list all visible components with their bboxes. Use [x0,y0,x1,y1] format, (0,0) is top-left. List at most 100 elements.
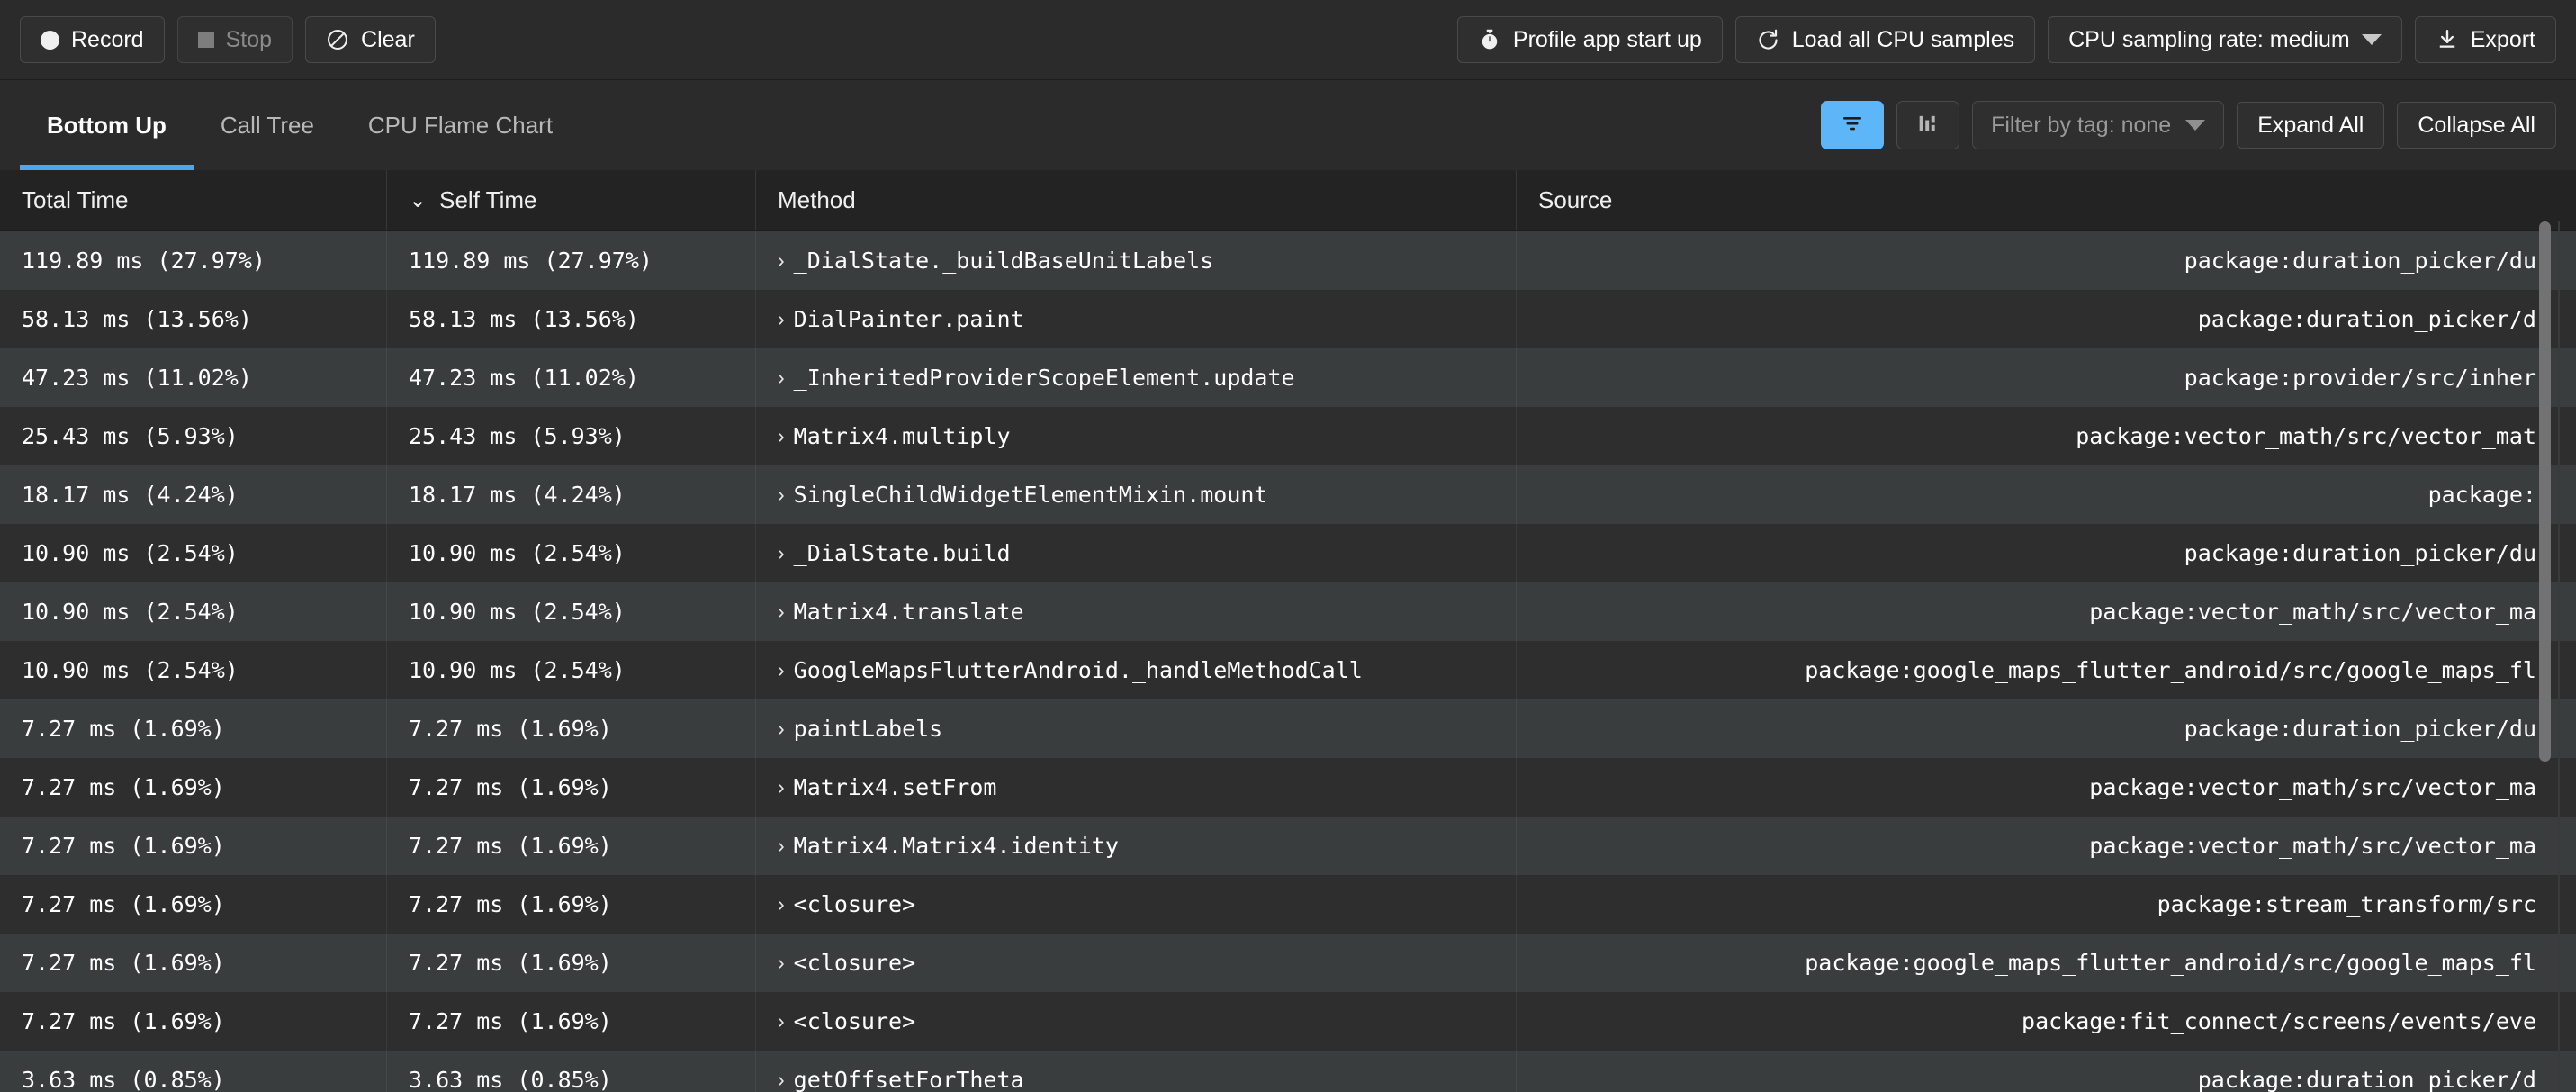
export-button[interactable]: Export [2414,16,2556,63]
table-row[interactable]: 7.27 ms (1.69%) 7.27 ms (1.69%) › <closure>… [0,934,2576,992]
collapse-all-button[interactable]: Collapse All [2397,102,2556,149]
cell-method: › Matrix4.Matrix4.identity [756,817,1517,875]
record-circle-icon [41,30,59,50]
cell-total-time: 10.90 ms (2.54%) [0,582,387,641]
filter-by-tag-dropdown[interactable]: Filter by tag: none [1972,101,2225,149]
toolbar-left-group: Record Stop Clear [20,16,436,63]
tab-bottom-up-label: Bottom Up [47,111,167,139]
tab-cpu-flame-chart[interactable]: CPU Flame Chart [341,80,580,170]
table-row[interactable]: 119.89 ms (27.97%) 119.89 ms (27.97%) › _Di… [0,231,2576,290]
column-header-self-time[interactable]: ⌄ Self Time [387,170,756,230]
cell-method: › getOffsetForTheta [756,1051,1517,1092]
chevron-right-icon[interactable]: › [778,366,785,390]
cell-source: package:duration_picker/d [2197,306,2536,332]
chevron-right-icon[interactable]: › [778,600,785,624]
cell-self-time: 7.27 ms (1.69%) [387,699,756,758]
clear-button[interactable]: Clear [305,16,436,63]
chevron-right-icon[interactable]: › [778,658,785,682]
table-row[interactable]: 10.90 ms (2.54%) 10.90 ms (2.54%) › Matrix4… [0,582,2576,641]
cpu-sampling-rate-label: CPU sampling rate: medium [2068,26,2350,52]
chart-toggle-button[interactable] [1896,101,1960,149]
collapse-all-label: Collapse All [2418,112,2535,138]
cell-method: › _InheritedProviderScopeElement.update [756,348,1517,407]
cell-self-time: 10.90 ms (2.54%) [387,582,756,641]
load-all-cpu-samples-button[interactable]: Load all CPU samples [1734,16,2036,63]
table-row[interactable]: 7.27 ms (1.69%) 7.27 ms (1.69%) › Matrix4.M… [0,817,2576,875]
cell-method-label: _InheritedProviderScopeElement.update [793,365,1295,391]
cell-source: package:fit_connect/screens/events/eve [2022,1008,2536,1034]
cell-self-time: 7.27 ms (1.69%) [387,992,756,1051]
cell-total-time: 7.27 ms (1.69%) [0,934,387,992]
cell-self-time: 7.27 ms (1.69%) [387,758,756,817]
cell-source: package:duration_picker/d [2197,1067,2536,1092]
table-row[interactable]: 25.43 ms (5.93%) 25.43 ms (5.93%) › Matrix4… [0,407,2576,465]
table-row[interactable]: 58.13 ms (13.56%) 58.13 ms (13.56%) › DialP… [0,290,2576,348]
cell-method-label: Matrix4.Matrix4.identity [793,833,1119,859]
expand-all-label: Expand All [2257,112,2364,138]
chevron-right-icon[interactable]: › [778,1009,785,1033]
cell-total-time: 7.27 ms (1.69%) [0,875,387,934]
cell-self-time: 25.43 ms (5.93%) [387,407,756,465]
table-row[interactable]: 47.23 ms (11.02%) 47.23 ms (11.02%) › _Inhe… [0,348,2576,407]
toolbar-right-group: Profile app start up Load all CPU sample… [1456,16,2556,63]
column-header-method[interactable]: Method [756,170,1517,230]
chevron-right-icon[interactable]: › [778,424,785,448]
table-scrollbar-thumb[interactable] [2539,221,2551,762]
record-button[interactable]: Record [20,16,165,63]
cell-method-label: _DialState.build [793,540,1011,566]
tab-cpu-flame-chart-label: CPU Flame Chart [367,111,554,139]
cell-method: › <closure> [756,875,1517,934]
table-row[interactable]: 7.27 ms (1.69%) 7.27 ms (1.69%) › Matrix4.s… [0,758,2576,817]
cpu-profiler-panel: Record Stop Clear Profile app start up L… [0,0,2576,1092]
cell-method: › Matrix4.translate [756,582,1517,641]
chevron-down-icon [2185,120,2206,131]
cell-method-label: getOffsetForTheta [793,1067,1024,1092]
profile-app-start-up-button[interactable]: Profile app start up [1456,16,1723,63]
chevron-right-icon[interactable]: › [778,834,785,858]
cell-self-time: 7.27 ms (1.69%) [387,817,756,875]
cell-source: package:duration_picker/du [2184,540,2536,566]
cell-method-label: DialPainter.paint [793,306,1024,332]
chevron-right-icon[interactable]: › [778,717,785,741]
table-row[interactable]: 7.27 ms (1.69%) 7.27 ms (1.69%) › paintLabe… [0,699,2576,758]
clear-slash-icon [326,28,349,51]
stop-button[interactable]: Stop [176,16,293,63]
cell-total-time: 18.17 ms (4.24%) [0,465,387,524]
cell-total-time: 3.63 ms (0.85%) [0,1051,387,1092]
chevron-right-icon[interactable]: › [778,775,785,799]
tab-list: Bottom Up Call Tree CPU Flame Chart [0,80,580,170]
filter-button[interactable] [1821,101,1885,149]
chevron-down-icon [2361,34,2382,45]
tab-call-tree[interactable]: Call Tree [194,80,341,170]
cell-total-time: 7.27 ms (1.69%) [0,817,387,875]
chevron-right-icon[interactable]: › [778,307,785,331]
chevron-right-icon[interactable]: › [778,248,785,273]
chevron-right-icon[interactable]: › [778,541,785,565]
table-row[interactable]: 10.90 ms (2.54%) 10.90 ms (2.54%) › GoogleM… [0,641,2576,699]
cell-method: › Matrix4.multiply [756,407,1517,465]
expand-all-button[interactable]: Expand All [2237,102,2385,149]
table-row[interactable]: 3.63 ms (0.85%) 3.63 ms (0.85%) › getOffset… [0,1051,2576,1092]
cell-self-time: 119.89 ms (27.97%) [387,231,756,290]
cell-total-time: 119.89 ms (27.97%) [0,231,387,290]
cell-self-time: 7.27 ms (1.69%) [387,875,756,934]
tab-bottom-up[interactable]: Bottom Up [20,80,194,170]
cpu-sampling-rate-dropdown[interactable]: CPU sampling rate: medium [2048,16,2402,63]
cell-method-label: Matrix4.translate [793,599,1024,625]
tab-controls-group: Filter by tag: none Expand All Collapse … [1821,80,2576,170]
cell-source: package:provider/src/inher [2184,365,2536,391]
column-header-total-time[interactable]: Total Time [0,170,387,230]
cell-total-time: 10.90 ms (2.54%) [0,524,387,582]
table-row[interactable]: 7.27 ms (1.69%) 7.27 ms (1.69%) › <closure>… [0,875,2576,934]
chevron-right-icon[interactable]: › [778,951,785,975]
table-body: 119.89 ms (27.97%) 119.89 ms (27.97%) › _Di… [0,231,2576,1092]
chevron-right-icon[interactable]: › [778,483,785,507]
cell-method-label: paintLabels [793,716,943,742]
table-scrollbar-track[interactable] [2558,221,2560,1092]
table-row[interactable]: 10.90 ms (2.54%) 10.90 ms (2.54%) › _DialSt… [0,524,2576,582]
chevron-right-icon[interactable]: › [778,892,785,916]
chevron-right-icon[interactable]: › [778,1068,785,1092]
column-header-source[interactable]: Source [1517,170,2576,230]
table-row[interactable]: 7.27 ms (1.69%) 7.27 ms (1.69%) › <closure>… [0,992,2576,1051]
table-row[interactable]: 18.17 ms (4.24%) 18.17 ms (4.24%) › SingleC… [0,465,2576,524]
